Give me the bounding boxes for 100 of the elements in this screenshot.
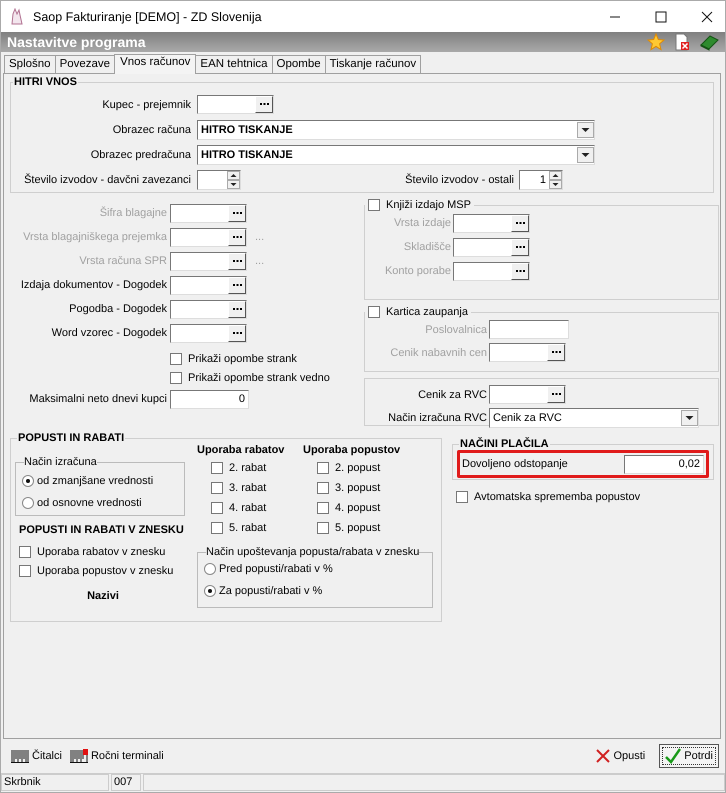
field-label: Cenik za RVC	[417, 388, 487, 400]
checkbox-label: 5. popust	[335, 522, 380, 534]
tab[interactable]: Splošno	[4, 55, 56, 73]
tab[interactable]: Vnos računov	[114, 54, 196, 74]
dropdown[interactable]: Cenik za RVC	[489, 408, 699, 428]
lookup-field[interactable]	[489, 385, 566, 404]
browse-button[interactable]	[547, 344, 565, 361]
field-label: Vrsta blagajniškega prejemka	[22, 231, 167, 243]
lookup-field[interactable]	[170, 300, 247, 318]
checkbox-label: 3. popust	[335, 482, 380, 494]
field-label: Način izračuna RVC	[387, 412, 487, 424]
checkbox-label: Kartica zaupanja	[386, 306, 468, 318]
more-icon	[232, 212, 242, 214]
browse-button[interactable]	[511, 214, 529, 232]
browse-button[interactable]	[547, 386, 565, 403]
radio-button[interactable]	[204, 585, 216, 597]
dropdown[interactable]: HITRO TISKANJE	[197, 144, 595, 164]
checkbox[interactable]	[317, 502, 329, 514]
lookup-field[interactable]	[197, 95, 274, 114]
browse-button[interactable]	[228, 300, 246, 318]
more-icon	[232, 260, 242, 262]
dialog-button[interactable]: Opusti	[590, 744, 652, 768]
browse-button[interactable]	[511, 238, 529, 256]
field-label: Šifra blagajne	[98, 207, 167, 219]
dropdown[interactable]: HITRO TISKANJE	[197, 120, 595, 140]
lookup-field[interactable]	[170, 228, 247, 246]
browse-button[interactable]	[228, 204, 246, 222]
radio-label: od zmanjšane vrednosti	[37, 475, 154, 487]
lookup-field[interactable]	[170, 276, 247, 294]
lookup-field[interactable]	[170, 324, 247, 342]
checkbox[interactable]	[368, 199, 380, 211]
more-icon	[516, 270, 524, 272]
radio-label: Pred popusti/rabati v %	[219, 563, 333, 575]
group-title: Način upoštevanja popusta/rabata v znesku	[206, 546, 420, 558]
radio-button[interactable]	[22, 475, 34, 487]
checkbox[interactable]	[170, 372, 182, 384]
checkbox-label: 4. popust	[335, 502, 380, 514]
checkbox-label: Prikaži opombe strank vedno	[188, 372, 330, 384]
browse-button[interactable]	[228, 252, 246, 270]
more-icon	[552, 393, 560, 396]
more-icon	[516, 222, 524, 224]
radio-button[interactable]	[22, 497, 34, 509]
checkbox[interactable]	[317, 522, 329, 534]
field-label: Obrazec računa	[112, 124, 191, 136]
lookup-field[interactable]	[170, 252, 247, 270]
browse-button[interactable]	[511, 262, 529, 280]
radio-label: Za popusti/rabati v %	[219, 585, 322, 597]
checkbox[interactable]	[19, 564, 31, 576]
checkbox[interactable]	[211, 482, 223, 494]
form-title: Nastavitve programa	[7, 34, 147, 50]
dialog-button[interactable]: Potrdi	[659, 744, 719, 768]
checkbox[interactable]	[456, 490, 468, 502]
checkbox[interactable]	[368, 306, 380, 318]
checkbox[interactable]	[19, 546, 31, 558]
browse-button[interactable]	[228, 324, 246, 342]
document-delete-icon[interactable]	[673, 33, 691, 51]
toolbar-button[interactable]: Ročni terminali	[70, 749, 164, 763]
lookup-field[interactable]	[453, 262, 530, 280]
star-icon[interactable]	[647, 33, 665, 51]
section-title: POPUSTI IN RABATI V ZNESKU	[19, 524, 185, 536]
checkbox[interactable]	[211, 502, 223, 514]
checkbox[interactable]	[317, 482, 329, 494]
browse-button[interactable]	[255, 96, 273, 113]
checkbox[interactable]	[317, 462, 329, 474]
close-icon	[596, 749, 610, 763]
checkbox[interactable]	[211, 462, 223, 474]
number-field[interactable]: 0,02	[624, 454, 704, 474]
field-label: Število izvodov - davčni zavezanci	[23, 174, 191, 186]
browse-button[interactable]	[228, 228, 246, 246]
lookup-field[interactable]	[453, 238, 530, 256]
checkbox[interactable]	[170, 352, 182, 364]
maximize-icon[interactable]	[655, 10, 667, 22]
spin-field[interactable]: 1	[519, 170, 563, 190]
lookup-field[interactable]	[453, 214, 530, 232]
more-icon	[232, 236, 242, 238]
field-label: Kupec - prejemnik	[101, 98, 191, 110]
field-label: Vrsta računa SPR	[78, 255, 167, 267]
spin-arrows-icon[interactable]	[549, 170, 562, 188]
book-icon[interactable]	[699, 33, 719, 51]
toolbar-button[interactable]: Čitalci	[11, 749, 62, 763]
tab[interactable]: Tiskanje računov	[324, 55, 422, 73]
close-icon[interactable]	[701, 10, 713, 22]
group-title: Način izračuna	[24, 456, 97, 468]
field-label: Cenik nabavnih cen	[389, 346, 487, 358]
browse-button[interactable]	[228, 276, 246, 294]
column-title: Uporaba popustov	[303, 444, 402, 456]
spin-field[interactable]	[197, 170, 241, 190]
radio-button[interactable]	[204, 563, 216, 575]
checkbox-label: 3. rabat	[229, 482, 266, 494]
lookup-field[interactable]	[170, 204, 247, 222]
field-label: Obrazec predračuna	[90, 148, 191, 160]
checkbox-label: 4. rabat	[229, 502, 266, 514]
number-field[interactable]: 0	[170, 390, 249, 408]
field-label: Vrsta izdaje	[392, 217, 451, 229]
barcode-icon	[70, 749, 88, 763]
lookup-field[interactable]	[489, 343, 566, 362]
more-icon	[516, 246, 524, 248]
more-icon	[232, 332, 242, 334]
checkbox[interactable]	[211, 522, 223, 534]
spin-arrows-icon[interactable]	[227, 170, 240, 188]
